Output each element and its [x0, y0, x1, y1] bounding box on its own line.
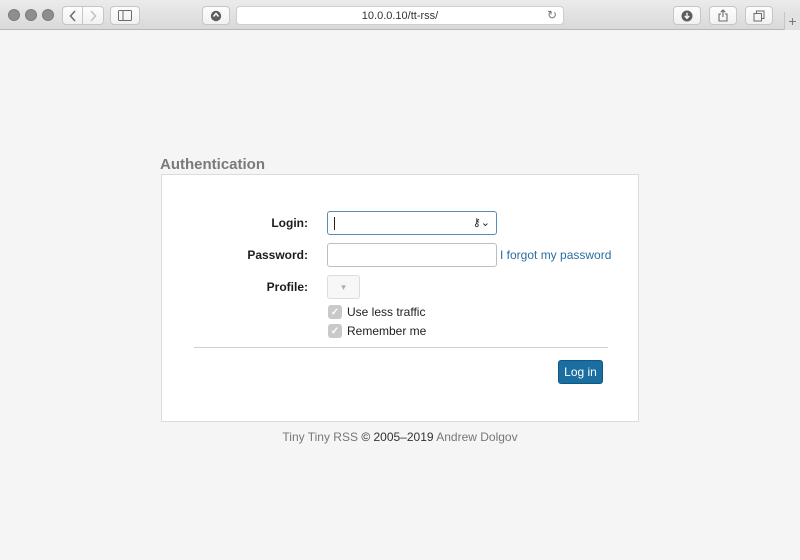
minimize-window-button[interactable] [25, 9, 37, 21]
tab-overview-button[interactable] [745, 6, 773, 25]
profile-label: Profile: [266, 280, 308, 294]
profile-row: Profile: ▾ [162, 275, 640, 299]
page-title: Authentication [160, 156, 265, 173]
password-row: Password: I forgot my password [162, 243, 640, 267]
login-row: Login: ⚷⌄ [162, 211, 640, 235]
close-window-button[interactable] [8, 9, 20, 21]
key-icon[interactable]: ⚷⌄ [473, 216, 490, 229]
address-bar[interactable]: 10.0.0.10/tt-rss/ ↻ [236, 6, 564, 25]
profile-select[interactable]: ▾ [327, 275, 360, 299]
login-label: Login: [271, 216, 308, 230]
footer-app-name: Tiny Tiny RSS [282, 430, 358, 444]
browser-toolbar: 10.0.0.10/tt-rss/ ↻ + [0, 0, 800, 30]
download-icon [681, 10, 693, 21]
use-less-traffic-label: Use less traffic [347, 305, 426, 319]
forgot-password-link[interactable]: I forgot my password [500, 248, 611, 262]
tabs-icon [753, 10, 765, 21]
login-button[interactable]: Log in [558, 360, 603, 384]
remember-me-label: Remember me [347, 324, 427, 338]
login-panel: Login: ⚷⌄ Password: I forgot my password… [161, 174, 639, 422]
password-field[interactable] [327, 243, 497, 267]
share-button[interactable] [709, 6, 737, 25]
forward-button[interactable] [83, 6, 104, 25]
reload-icon[interactable]: ↻ [547, 8, 557, 22]
zoom-window-button[interactable] [42, 9, 54, 21]
footer-author: Andrew Dolgov [436, 430, 518, 444]
page-footer: Tiny Tiny RSS © 2005–2019 Andrew Dolgov [0, 430, 800, 444]
chevron-left-icon [68, 9, 76, 22]
use-less-traffic-option[interactable]: ✓ Use less traffic [328, 304, 425, 320]
use-less-traffic-checkbox[interactable]: ✓ [328, 305, 342, 319]
footer-copyright: © 2005–2019 [361, 430, 434, 444]
new-tab-button[interactable]: + [784, 12, 800, 30]
back-button[interactable] [62, 6, 83, 25]
sidebar-button[interactable] [110, 6, 140, 25]
privacy-button[interactable] [202, 6, 230, 25]
form-divider [194, 347, 608, 348]
text-caret [334, 217, 335, 230]
remember-me-option[interactable]: ✓ Remember me [328, 323, 426, 339]
url-text: 10.0.0.10/tt-rss/ [361, 9, 439, 22]
navigation-buttons [62, 6, 104, 25]
plus-icon: + [788, 13, 797, 29]
chevron-right-icon [90, 9, 97, 22]
login-input[interactable]: ⚷⌄ [327, 211, 497, 235]
shield-icon [210, 10, 222, 21]
password-label: Password: [247, 248, 308, 262]
remember-me-checkbox[interactable]: ✓ [328, 324, 342, 338]
chevron-down-icon: ▾ [341, 281, 346, 292]
share-icon [718, 9, 728, 22]
download-button[interactable] [673, 6, 701, 25]
sidebar-icon [118, 10, 132, 21]
